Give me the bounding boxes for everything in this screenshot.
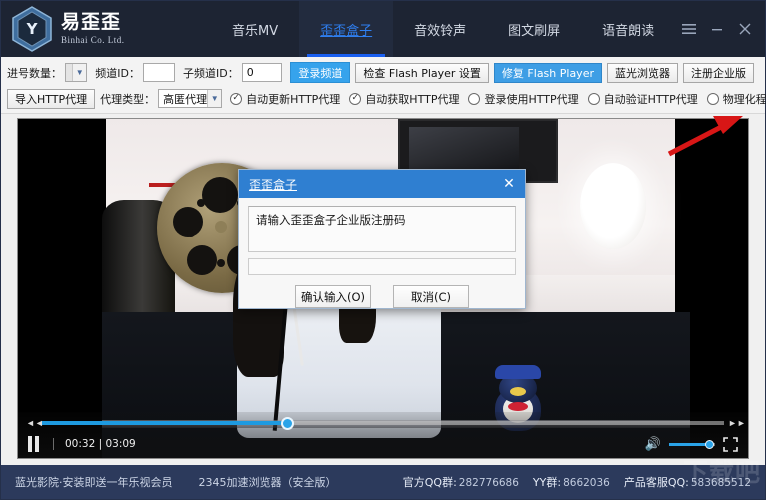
check-icon: ✓ xyxy=(349,93,361,105)
dialog-message: 请输入歪歪盒子企业版注册码 xyxy=(248,206,516,252)
contact-value: 8662036 xyxy=(563,477,610,489)
toolbar-row-1: 进号数量： ▼ 频道ID： 子频道ID： 0 登录频道 检查 Flash Pla… xyxy=(7,61,759,84)
register-enterprise-button[interactable]: 注册企业版 xyxy=(683,63,754,83)
subchannel-id-input[interactable]: 0 xyxy=(242,63,283,82)
proxy-type-value: 高匿代理 xyxy=(159,91,207,107)
dialog-body: 请输入歪歪盒子企业版注册码 确认输入(O) 取消(C) xyxy=(239,198,525,308)
import-http-proxy-button[interactable]: 导入HTTP代理 xyxy=(7,89,95,109)
subchannel-id-label: 子频道ID： xyxy=(183,65,239,81)
fullscreen-icon[interactable] xyxy=(723,437,738,452)
checkbox-label: 自动更新HTTP代理 xyxy=(246,91,340,107)
account-count-select[interactable]: ▼ xyxy=(65,63,87,82)
brand-logo: Y 易歪歪 Binhai Co. Ltd. xyxy=(1,6,201,52)
dialog-title: 歪歪盒子 xyxy=(249,176,297,193)
contact-label: 产品客服QQ: xyxy=(624,474,689,490)
channel-id-label: 频道ID： xyxy=(95,65,140,81)
toolbar-row-2: 导入HTTP代理 代理类型： 高匿代理 ▼ ✓ 自动更新HTTP代理 ✓ 自动获… xyxy=(7,87,759,110)
contact-yy-group: YY群: 8662036 xyxy=(533,474,610,490)
minimize-icon[interactable] xyxy=(703,15,731,43)
right-controls: 🔊 xyxy=(645,436,738,452)
status-bar: 蓝光影院·安装即送一年乐视会员 2345加速浏览器（安全版） 官方QQ群: 28… xyxy=(1,465,765,499)
progress-row: ◄◄ ►► xyxy=(18,416,748,430)
status-link-2345-browser[interactable]: 2345加速浏览器（安全版） xyxy=(199,474,337,490)
bluray-browser-button[interactable]: 蓝光浏览器 xyxy=(607,63,678,83)
dialog-title-bar: 歪歪盒子 ✕ xyxy=(239,170,525,198)
checkbox-auto-update-proxy[interactable]: ✓ 自动更新HTTP代理 xyxy=(230,91,340,107)
application-window: Y 易歪歪 Binhai Co. Ltd. 音乐MV 歪歪盒子 音效铃声 图文刷… xyxy=(0,0,766,500)
login-channel-button[interactable]: 登录频道 xyxy=(290,62,350,83)
toolbar: 进号数量： ▼ 频道ID： 子频道ID： 0 登录频道 检查 Flash Pla… xyxy=(1,57,765,114)
repair-flash-player-button[interactable]: 修复 Flash Player xyxy=(494,63,602,83)
empty-circle-icon xyxy=(468,93,480,105)
status-contacts: 官方QQ群: 282776686 YY群: 8662036 产品客服QQ: 58… xyxy=(403,474,751,490)
brand-subtitle: Binhai Co. Ltd. xyxy=(61,36,125,45)
contact-label: 官方QQ群: xyxy=(403,474,457,490)
chevron-down-icon: ▼ xyxy=(72,64,86,81)
chevron-down-icon: ▼ xyxy=(207,90,221,107)
skip-forward-icon[interactable]: ►► xyxy=(728,418,740,428)
checkbox-login-use-proxy[interactable]: 登录使用HTTP代理 xyxy=(468,91,578,107)
contact-product-support-qq: 产品客服QQ: 583685512 xyxy=(624,474,751,490)
player-controls: ◄◄ ►► 00:32 | 03:09 🔊 xyxy=(18,412,748,458)
close-icon[interactable]: ✕ xyxy=(499,174,519,194)
volume-slider[interactable] xyxy=(669,443,715,446)
checkbox-label: 登录使用HTTP代理 xyxy=(484,91,578,107)
checkbox-auto-fetch-proxy[interactable]: ✓ 自动获取HTTP代理 xyxy=(349,91,459,107)
checkbox-label: 物理化程序CPU内存 xyxy=(723,91,766,107)
confirm-button[interactable]: 确认输入(O) xyxy=(295,285,371,308)
skip-back-icon[interactable]: ◄◄ xyxy=(26,418,38,428)
hexagon-logo-icon: Y xyxy=(11,6,53,52)
nav-item-music-mv[interactable]: 音乐MV xyxy=(211,1,299,57)
registration-dialog: 歪歪盒子 ✕ 请输入歪歪盒子企业版注册码 确认输入(O) 取消(C) xyxy=(238,169,526,309)
check-icon: ✓ xyxy=(230,93,242,105)
channel-id-input[interactable] xyxy=(143,63,175,82)
check-flash-settings-button[interactable]: 检查 Flash Player 设置 xyxy=(355,63,489,83)
dialog-buttons: 确认输入(O) 取消(C) xyxy=(248,285,516,308)
account-count-label: 进号数量： xyxy=(7,65,62,81)
checkbox-label: 自动获取HTTP代理 xyxy=(365,91,459,107)
empty-circle-icon xyxy=(588,93,600,105)
nav-item-yy-box[interactable]: 歪歪盒子 xyxy=(299,1,393,57)
checkbox-label: 自动验证HTTP代理 xyxy=(604,91,698,107)
hamburger-icon[interactable] xyxy=(675,15,703,43)
logo-letter: Y xyxy=(26,20,39,38)
empty-circle-icon xyxy=(707,93,719,105)
contact-value: 583685512 xyxy=(691,477,751,489)
nav-item-text-flood[interactable]: 图文刷屏 xyxy=(487,1,581,57)
proxy-type-label: 代理类型： xyxy=(100,91,155,107)
registration-code-input[interactable] xyxy=(248,258,516,275)
time-display: 00:32 | 03:09 xyxy=(53,438,136,450)
volume-icon[interactable]: 🔊 xyxy=(645,436,661,452)
letterbox-left xyxy=(18,119,102,458)
window-controls xyxy=(675,1,759,57)
contact-official-qq-group: 官方QQ群: 282776686 xyxy=(403,474,519,490)
scene-lamp xyxy=(580,163,646,249)
contact-value: 282776686 xyxy=(459,477,519,489)
nav-item-sound-effects[interactable]: 音效铃声 xyxy=(393,1,487,57)
seek-handle[interactable] xyxy=(281,417,294,430)
brand-name: 易歪歪 xyxy=(61,13,125,32)
contact-label: YY群: xyxy=(533,474,561,490)
title-bar: Y 易歪歪 Binhai Co. Ltd. 音乐MV 歪歪盒子 音效铃声 图文刷… xyxy=(1,1,765,57)
proxy-type-select[interactable]: 高匿代理 ▼ xyxy=(158,89,222,108)
main-nav: 音乐MV 歪歪盒子 音效铃声 图文刷屏 语音朗读 xyxy=(211,1,675,57)
checkbox-auto-verify-proxy[interactable]: 自动验证HTTP代理 xyxy=(588,91,698,107)
pause-icon[interactable] xyxy=(28,436,42,452)
nav-item-voice-reading[interactable]: 语音朗读 xyxy=(581,1,675,57)
close-icon[interactable] xyxy=(731,15,759,43)
cancel-button[interactable]: 取消(C) xyxy=(393,285,469,308)
checkbox-physical-cpu-memory[interactable]: 物理化程序CPU内存 xyxy=(707,91,766,107)
volume-handle[interactable] xyxy=(705,440,714,449)
seek-bar[interactable] xyxy=(42,421,724,425)
control-row: 00:32 | 03:09 🔊 xyxy=(18,432,748,456)
letterbox-right xyxy=(690,119,748,458)
status-link-bluray-cinema[interactable]: 蓝光影院·安装即送一年乐视会员 xyxy=(15,474,173,490)
